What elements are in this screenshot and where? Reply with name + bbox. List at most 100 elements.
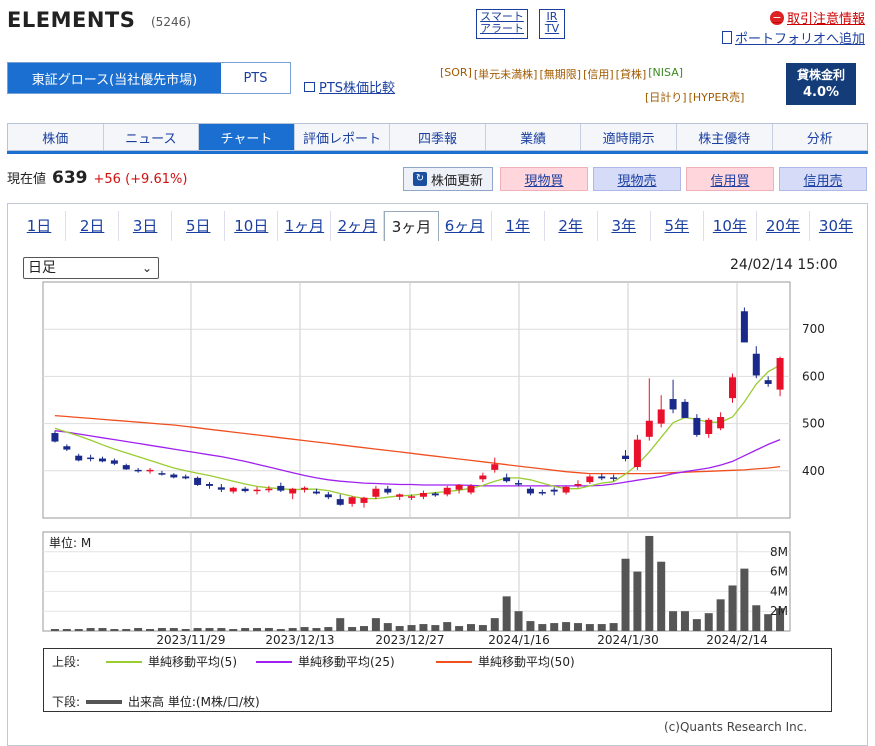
volume-bar xyxy=(514,611,523,631)
candle-body xyxy=(633,439,641,468)
volume-tick-label: 4M xyxy=(770,584,788,598)
volume-bar xyxy=(562,622,571,631)
candle-body xyxy=(170,474,178,478)
volume-bar xyxy=(157,628,166,631)
candle-body xyxy=(324,494,332,498)
candle xyxy=(515,480,523,486)
candle-body xyxy=(98,458,106,462)
candle-body xyxy=(550,489,558,492)
volume-bar xyxy=(704,613,713,631)
candle xyxy=(729,373,737,403)
candle xyxy=(134,467,142,473)
volume-bar xyxy=(312,628,321,631)
legend-ma50-label: 単純移動平均(50) xyxy=(478,655,575,669)
candle-body xyxy=(443,487,451,495)
candle-body xyxy=(146,469,154,472)
candle-body xyxy=(110,460,118,464)
candle xyxy=(526,486,534,496)
volume-bar xyxy=(478,625,487,631)
volume-bar xyxy=(146,629,155,631)
legend-ma5: 単純移動平均(5) xyxy=(106,653,237,670)
volume-bar xyxy=(443,622,452,631)
candle xyxy=(455,484,463,494)
candle xyxy=(384,485,392,495)
volume-bar xyxy=(407,625,416,631)
candle-body xyxy=(622,455,630,459)
candle-body xyxy=(408,496,416,498)
volume-bar xyxy=(645,535,654,631)
candle-body xyxy=(384,488,392,493)
ma5-swatch xyxy=(106,660,142,663)
price-tick-label: 700 xyxy=(802,322,825,336)
candle-body xyxy=(729,377,737,399)
candle xyxy=(348,496,356,507)
volume-bar xyxy=(264,628,273,631)
volume-bar xyxy=(134,628,143,631)
candle xyxy=(574,480,582,488)
volume-bar xyxy=(633,571,642,631)
candle xyxy=(158,470,166,476)
candle-body xyxy=(51,433,59,442)
candle-body xyxy=(764,380,772,384)
volume-bar xyxy=(62,629,71,631)
volume-bar xyxy=(324,627,333,631)
volume-bar xyxy=(276,629,285,631)
candle-body xyxy=(182,476,190,479)
candle xyxy=(717,412,725,431)
x-tick-label: 2023/12/27 xyxy=(375,633,444,647)
candle-body xyxy=(491,464,499,470)
volume-pane xyxy=(42,531,791,632)
candle-body xyxy=(122,465,130,470)
candle-body xyxy=(87,457,95,460)
volume-bar xyxy=(181,629,190,631)
candle xyxy=(550,487,558,496)
legend-ma50: 単純移動平均(50) xyxy=(436,653,575,670)
candle xyxy=(229,486,237,494)
candle xyxy=(51,430,59,443)
volume-bar xyxy=(98,628,107,631)
volume-bar xyxy=(573,623,582,631)
volume-bar xyxy=(300,627,309,631)
candles xyxy=(51,307,784,508)
volume-bar xyxy=(348,627,357,631)
volume-tick-label: 2M xyxy=(770,604,788,618)
candle-body xyxy=(515,483,523,485)
candle-body xyxy=(277,485,285,491)
volume-bar xyxy=(550,623,559,631)
candle xyxy=(740,307,748,343)
candle-body xyxy=(455,484,463,490)
candle xyxy=(586,474,594,485)
volume-swatch xyxy=(86,699,123,704)
legend-volume-label: 出来高 単位:(M株/口/枚) xyxy=(128,695,260,709)
candle-body xyxy=(289,488,297,494)
candle xyxy=(324,492,332,500)
candle-body xyxy=(705,419,713,434)
candle xyxy=(63,444,71,451)
candle-body xyxy=(75,455,83,461)
candle-body xyxy=(241,488,249,492)
volume-bar xyxy=(360,626,369,631)
legend-upper-label: 上段: xyxy=(52,655,81,669)
volume-bar xyxy=(585,624,594,631)
volume-tick-label: 6M xyxy=(770,565,788,579)
candle xyxy=(170,473,178,479)
candle-body xyxy=(348,497,356,504)
candle-body xyxy=(158,473,166,475)
volume-bar xyxy=(752,605,761,631)
candle-body xyxy=(574,484,582,486)
volume-bar xyxy=(74,629,83,631)
candle-body xyxy=(693,417,701,435)
candle-body xyxy=(205,484,213,486)
candle xyxy=(122,463,130,470)
volume-bar xyxy=(692,619,701,631)
candle-body xyxy=(419,492,427,497)
candle xyxy=(182,474,190,480)
candle xyxy=(217,484,225,493)
volume-bar xyxy=(538,624,547,631)
candle xyxy=(669,379,677,414)
candle xyxy=(705,417,713,438)
legend-ma25-label: 単純移動平均(25) xyxy=(298,655,395,669)
candle-body xyxy=(776,357,784,390)
volume-bar xyxy=(86,628,95,631)
price-tick-label: 600 xyxy=(802,369,825,383)
